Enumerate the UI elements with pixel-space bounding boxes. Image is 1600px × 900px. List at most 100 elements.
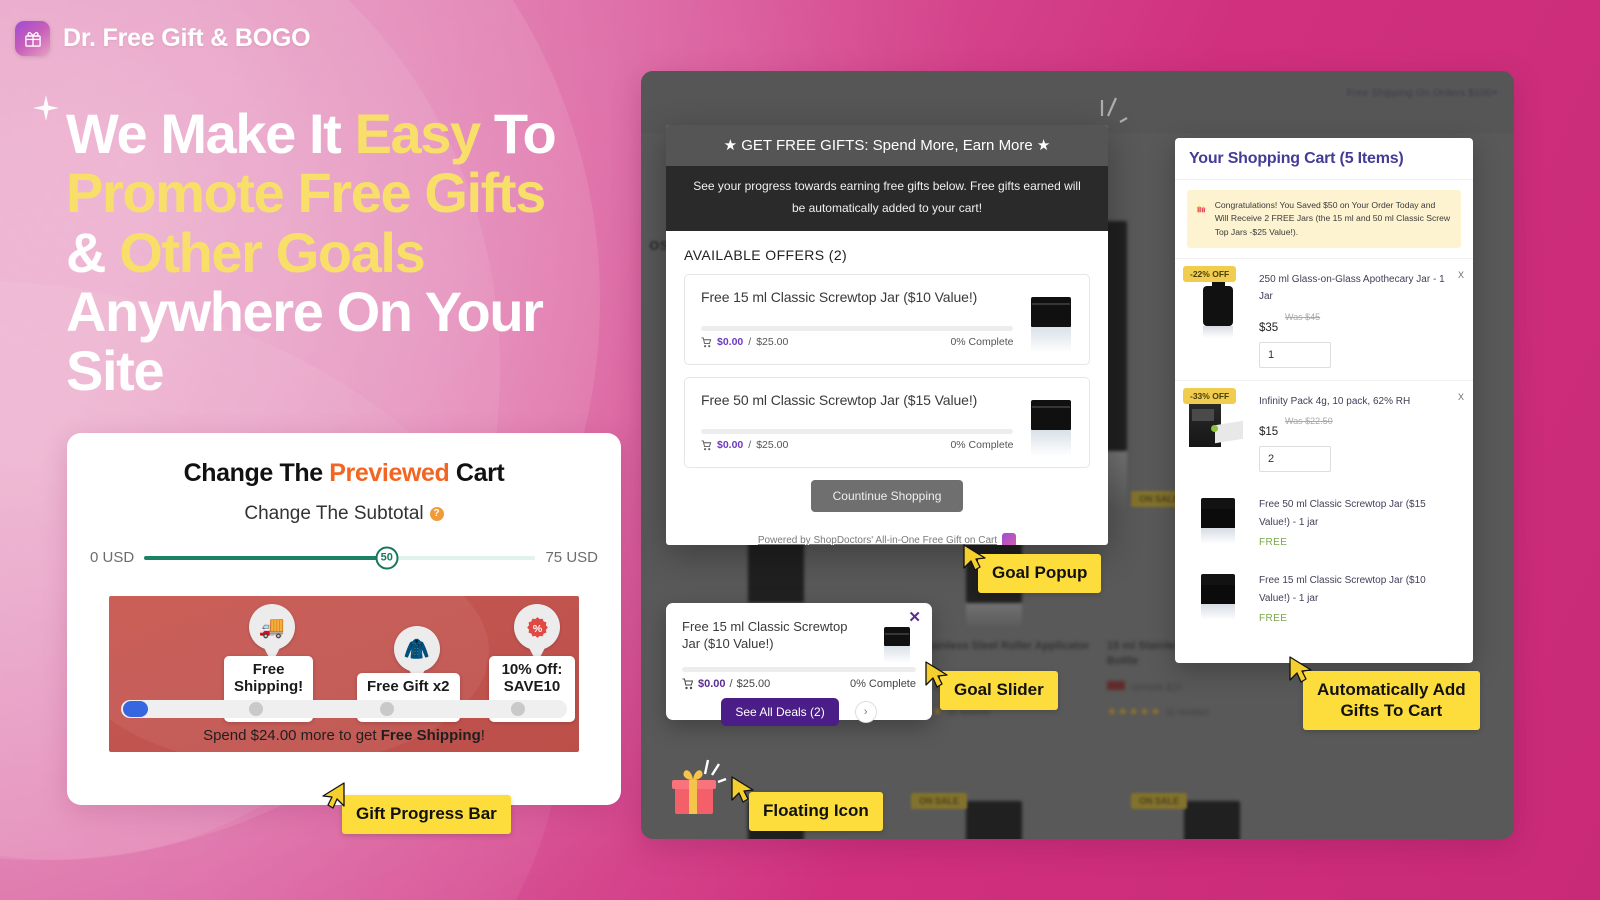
cart-item[interactable]: -33% OFF Infinity Pack 4g, 10 pack, 62% … bbox=[1175, 379, 1473, 485]
cart-item[interactable]: Free 50 ml Classic Screwtop Jar ($15 Val… bbox=[1175, 484, 1473, 560]
goal-popup-body: AVAILABLE OFFERS (2) Free 15 ml Classic … bbox=[666, 231, 1108, 545]
slider-handle[interactable]: 50 bbox=[375, 546, 399, 569]
offer-target-amount: $25.00 bbox=[756, 336, 789, 349]
cart-item-name: Free 50 ml Classic Screwtop Jar ($15 Val… bbox=[1259, 499, 1426, 528]
offer-percent: 0% Complete bbox=[950, 336, 1014, 349]
cursor-arrow-icon bbox=[730, 775, 756, 805]
cart-item-original-price: Was $45 bbox=[1285, 311, 1321, 322]
cart-item-info: Infinity Pack 4g, 10 pack, 62% RH Was $2… bbox=[1259, 393, 1459, 473]
cursor-arrow-icon bbox=[924, 660, 950, 690]
slider-fill bbox=[144, 555, 387, 560]
callout-gift-progress-bar: Gift Progress Bar bbox=[342, 795, 511, 834]
milestone-label: Free Gift x2 bbox=[367, 678, 450, 695]
available-offers-title: AVAILABLE OFFERS (2) bbox=[684, 247, 848, 264]
sparkle-icon bbox=[31, 93, 61, 123]
close-x-icon[interactable]: ✕ bbox=[908, 610, 921, 625]
cart-banner-text: Congratulations! You Saved $50 on Your O… bbox=[1214, 200, 1451, 237]
track-background bbox=[121, 700, 567, 718]
offer-percent: 0% Complete bbox=[950, 439, 1014, 452]
offer-name: Free 15 ml Classic Screwtop Jar ($10 Val… bbox=[701, 289, 978, 306]
offer-name: Free 50 ml Classic Screwtop Jar ($15 Val… bbox=[701, 392, 978, 409]
goal-popup-modal[interactable]: ★ GET FREE GIFTS: Spend More, Earn More … bbox=[666, 125, 1108, 545]
cart-item-price: $35 bbox=[1259, 321, 1279, 334]
subtotal-slider[interactable]: 0 USD 50 75 USD bbox=[89, 546, 599, 569]
shopping-cart-panel[interactable]: Your Shopping Cart (5 Items) Congratulat… bbox=[1175, 138, 1473, 663]
cart-item-original-price: Was $22.50 bbox=[1285, 416, 1333, 427]
cart-item-free-label: FREE bbox=[1259, 537, 1288, 549]
cart-title: Your Shopping Cart (5 Items) bbox=[1175, 138, 1473, 180]
gift-box-icon bbox=[15, 21, 50, 56]
cart-item-quantity-input[interactable]: 2 bbox=[1259, 446, 1331, 473]
black-jar-icon bbox=[1031, 297, 1075, 354]
offer-card[interactable]: Free 50 ml Classic Screwtop Jar ($15 Val… bbox=[684, 377, 1090, 469]
continue-shopping-button[interactable]: Countinue Shopping bbox=[810, 480, 964, 513]
cart-item[interactable]: -22% OFF 250 ml Glass-on-Glass Apothecar… bbox=[1175, 257, 1473, 380]
percent-discount-icon: % bbox=[514, 604, 560, 664]
cart-item-thumb bbox=[1187, 572, 1249, 624]
slider-min-label: 0 USD bbox=[90, 549, 135, 566]
goal-slider-widget[interactable]: ✕ Free 15 ml Classic Screwtop Jar ($10 V… bbox=[666, 603, 932, 726]
goal-slider-current: $0.00 bbox=[698, 677, 726, 690]
goal-slider-progress-bar bbox=[682, 666, 916, 672]
page-title: We Make It Easy To Promote Free Gifts & … bbox=[66, 104, 656, 401]
offer-card[interactable]: Free 15 ml Classic Screwtop Jar ($10 Val… bbox=[684, 274, 1090, 366]
cart-item-prices: Was $45 $35 bbox=[1259, 312, 1459, 338]
offer-meta: $0.00/$25.00 0% Complete bbox=[701, 336, 1013, 348]
cart-item-thumb bbox=[1187, 496, 1249, 548]
brand-header: Dr. Free Gift & BOGO bbox=[15, 21, 311, 56]
offer-progress-bar bbox=[701, 326, 1014, 332]
offer-current-amount: $0.00 bbox=[717, 439, 744, 452]
cart-item-info: 250 ml Glass-on-Glass Apothecary Jar - 1… bbox=[1259, 271, 1459, 368]
callout-floating-icon: Floating Icon bbox=[749, 792, 883, 831]
goal-slider-actions: See All Deals (2) › bbox=[682, 697, 916, 726]
powered-by-footer[interactable]: Powered by ShopDoctors' All-in-One Free … bbox=[684, 533, 1090, 545]
slider-track[interactable]: 50 bbox=[144, 546, 536, 569]
floating-gift-icon[interactable] bbox=[672, 758, 738, 818]
shopdoctors-logo-icon bbox=[1002, 533, 1017, 545]
cart-item-price: $15 bbox=[1259, 426, 1279, 439]
track-milestone-dot bbox=[380, 702, 394, 716]
callout-goal-slider: Goal Slider bbox=[940, 671, 1058, 710]
goal-popup-header: ★ GET FREE GIFTS: Spend More, Earn More … bbox=[666, 125, 1108, 166]
preview-card-subtitle: Change The Subtotal ? bbox=[89, 503, 599, 525]
preview-cart-card: Change The Previewed Cart Change The Sub… bbox=[67, 433, 621, 805]
discount-badge: -22% OFF bbox=[1183, 265, 1237, 282]
cart-item[interactable]: Free 15 ml Classic Screwtop Jar ($10 Val… bbox=[1175, 560, 1473, 636]
cursor-arrow-icon bbox=[1288, 655, 1314, 685]
track-handle[interactable] bbox=[123, 701, 148, 717]
offer-progress-text: $0.00/$25.00 bbox=[701, 439, 788, 451]
discount-badge: -33% OFF bbox=[1183, 387, 1237, 404]
track-milestone-dot bbox=[249, 702, 263, 716]
headline-line-3: & Other Goals bbox=[66, 220, 426, 284]
black-apothecary-bottle-icon bbox=[1201, 274, 1235, 338]
slider-max-label: 75 USD bbox=[545, 549, 598, 566]
cart-item-info: Free 50 ml Classic Screwtop Jar ($15 Val… bbox=[1259, 496, 1459, 548]
remove-item-button[interactable]: X bbox=[1458, 392, 1464, 402]
headline-line-1: We Make It Easy To bbox=[66, 102, 557, 165]
see-all-deals-button[interactable]: See All Deals (2) bbox=[721, 697, 839, 726]
offer-current-amount: $0.00 bbox=[717, 336, 744, 349]
cart-icon bbox=[701, 440, 712, 451]
cursor-arrow-icon bbox=[320, 781, 346, 811]
goal-slider-offer-name: Free 15 ml Classic Screwtop Jar ($10 Val… bbox=[682, 619, 848, 651]
cart-item-thumb: -33% OFF bbox=[1183, 387, 1249, 473]
headline-line-5: Site bbox=[66, 339, 165, 403]
remove-item-button[interactable]: X bbox=[1458, 270, 1464, 280]
cart-item-quantity-input[interactable]: 1 bbox=[1259, 341, 1331, 368]
cart-item-prices: Was $22.50 $15 bbox=[1259, 416, 1459, 442]
track-milestone-dot bbox=[511, 702, 525, 716]
black-jar-icon bbox=[1198, 498, 1238, 548]
black-jar-icon bbox=[1031, 400, 1075, 457]
offer-target-amount: $25.00 bbox=[756, 439, 789, 452]
cart-item-thumb: -22% OFF bbox=[1183, 265, 1249, 368]
gift-progress-message: Spend $24.00 more to get Free Shipping! bbox=[203, 727, 485, 744]
chevron-right-icon[interactable]: › bbox=[854, 700, 877, 723]
gift-progress-track[interactable] bbox=[121, 700, 567, 718]
gift-progress-bar-widget: 🚚 🧥 % Free Shipping! $25.00 bbox=[109, 596, 579, 752]
headline-line-4: Anywhere On Your bbox=[66, 280, 544, 344]
cart-item-name: Free 15 ml Classic Screwtop Jar ($10 Val… bbox=[1259, 575, 1426, 604]
question-mark-icon[interactable]: ? bbox=[429, 507, 444, 521]
brand-name: Dr. Free Gift & BOGO bbox=[63, 24, 311, 52]
humidity-pack-icon bbox=[1187, 398, 1245, 451]
goal-slider-percent: 0% Complete bbox=[849, 677, 916, 690]
